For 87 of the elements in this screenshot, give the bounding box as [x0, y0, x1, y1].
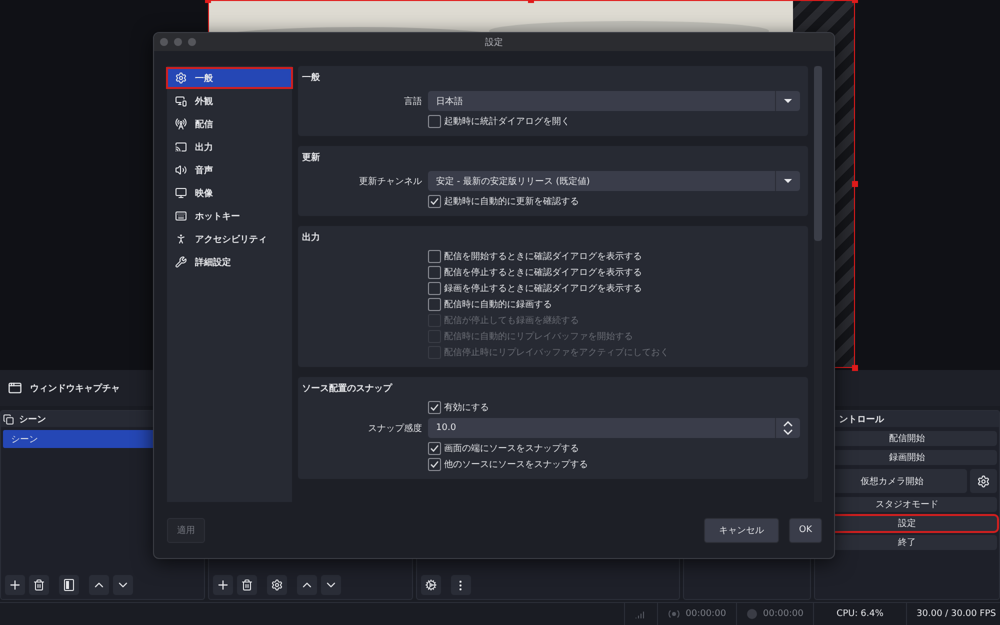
checkbox[interactable] — [428, 115, 441, 128]
checkbox[interactable] — [428, 282, 441, 295]
field-label: スナップ感度 — [368, 422, 422, 434]
sidebar-item[interactable]: 映像 — [167, 183, 292, 203]
field-label: 言語 — [404, 96, 422, 108]
monitor-icon — [175, 187, 187, 199]
checkbox[interactable] — [428, 298, 441, 311]
checkbox-label: 他のソースにソースをスナップする — [444, 458, 588, 471]
checkbox[interactable] — [428, 442, 441, 455]
monitor-icon — [175, 95, 187, 107]
move-down-button[interactable] — [113, 575, 133, 595]
scrollbar[interactable] — [814, 66, 822, 502]
dropdown[interactable]: 日本語 — [428, 91, 800, 111]
window-title: 設定 — [485, 36, 503, 48]
group-title: 一般 — [302, 72, 321, 84]
checkbox-label: 配信停止時にリプレイバッファをアクティブにしておく — [444, 346, 669, 359]
sidebar-item[interactable]: 一般 — [167, 68, 292, 88]
wrench-icon — [175, 256, 187, 268]
dialog-button[interactable]: OK — [789, 518, 822, 542]
settings-button[interactable] — [266, 575, 287, 595]
sidebar-item[interactable]: ホットキー — [167, 206, 292, 226]
checkbox-label: 配信を停止するときに確認ダイアログを表示する — [444, 266, 642, 279]
filter-button[interactable] — [59, 575, 79, 595]
sidebar-item[interactable]: 詳細設定 — [167, 252, 292, 272]
checkbox[interactable] — [428, 266, 441, 279]
dock-title: ントロール — [838, 414, 884, 426]
group-title: 出力 — [302, 231, 321, 244]
antenna-icon — [175, 118, 187, 130]
add-button[interactable] — [5, 575, 25, 595]
group-title: 更新 — [302, 151, 321, 164]
sidebar-item[interactable]: 出力 — [167, 137, 292, 157]
trash-icon — [33, 579, 45, 591]
checkbox-label: 配信時に自動的に録画する — [444, 298, 552, 311]
stream-time: 00:00:00 — [686, 609, 726, 619]
resize-handle[interactable] — [852, 181, 858, 187]
fps-readout: 30.00 / 30.00 FPS — [916, 609, 996, 619]
checkbox[interactable] — [428, 458, 441, 471]
scenes-icon — [3, 414, 14, 424]
speaker-icon — [175, 164, 187, 176]
checkbox-label: 起動時に統計ダイアログを開く — [444, 116, 570, 128]
broadcast-icon — [668, 609, 680, 619]
sidebar-item[interactable]: 外観 — [167, 91, 292, 111]
move-up-button[interactable] — [89, 575, 109, 595]
group-title: ソース配置のスナップ — [302, 382, 394, 395]
sidebar-item[interactable]: 音声 — [167, 160, 292, 180]
delete-button[interactable] — [29, 575, 49, 595]
record-icon — [747, 609, 758, 619]
window-icon — [8, 381, 22, 395]
keyboard-icon — [175, 210, 187, 222]
settings-button[interactable] — [970, 469, 997, 493]
checkbox-label: 起動時に自動的に更新を確認する — [444, 196, 579, 208]
source-name: ウィンドウキャプチャ — [30, 382, 120, 394]
sidebar-item[interactable]: 配信 — [167, 114, 292, 134]
field-label: 更新チャンネル — [359, 176, 422, 188]
trash-icon — [240, 579, 253, 591]
move-up-button[interactable] — [296, 575, 317, 595]
settings-button[interactable] — [420, 575, 441, 595]
gear-icon — [270, 579, 283, 591]
sidebar-item[interactable]: アクセシビリティ — [167, 229, 292, 249]
checkbox-label: 録画を停止するときに確認ダイアログを表示する — [444, 282, 642, 295]
plus-icon — [216, 578, 230, 592]
more-button[interactable] — [450, 575, 471, 595]
move-down-button[interactable] — [320, 575, 341, 595]
gear-icon — [424, 579, 437, 591]
screen-share-icon — [175, 141, 187, 153]
cpu-usage: CPU: 6.4% — [836, 609, 884, 619]
delete-button[interactable] — [236, 575, 257, 595]
checkbox-label: 有効にする — [444, 402, 489, 414]
gear-icon — [977, 474, 990, 488]
dropdown[interactable]: 安定 - 最新の安定版リリース (既定値) — [428, 171, 800, 191]
add-button[interactable] — [212, 575, 233, 595]
checkbox-label: 画面の端にソースをスナップする — [444, 442, 579, 455]
checkbox[interactable] — [428, 401, 441, 414]
checkbox-label: 配信を開始するときに確認ダイアログを表示する — [444, 250, 642, 263]
record-time: 00:00:00 — [763, 609, 804, 619]
person-icon — [175, 233, 187, 245]
plus-icon — [8, 578, 22, 592]
filter-icon — [64, 579, 74, 591]
checkbox-label: 配信時に自動的にリプレイバッファを開始する — [444, 330, 633, 343]
checkbox-label: 配信が停止しても録画を継続する — [444, 314, 579, 327]
number-field[interactable]: 10.0 — [428, 418, 800, 438]
resize-handle[interactable] — [852, 365, 858, 371]
dialog-button[interactable]: キャンセル — [704, 518, 779, 542]
settings-icon — [175, 72, 187, 84]
checkbox[interactable] — [428, 195, 441, 208]
dock-title: シーン — [19, 414, 46, 426]
checkbox[interactable] — [428, 250, 441, 263]
